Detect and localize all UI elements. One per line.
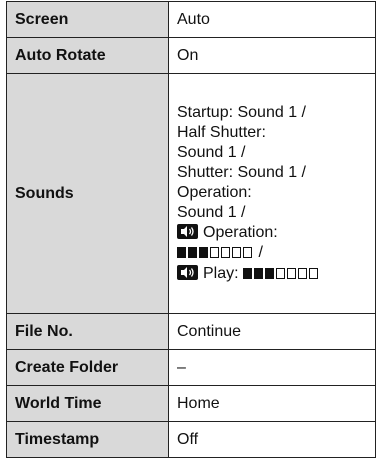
row-label-timestamp: Timestamp [6,421,169,458]
volume-segment-empty [221,247,230,258]
play-volume-bar [243,265,320,285]
volume-segment-filled [199,247,208,258]
row-label-auto-rotate: Auto Rotate [6,37,169,74]
volume-segment-empty [232,247,241,258]
volume-segment-empty [243,247,252,258]
settings-table: Screen Auto Auto Rotate On Sounds Startu… [6,1,376,458]
volume-segment-filled [265,268,275,279]
play-label: Play: [203,265,239,282]
volume-segment-empty [298,268,308,279]
row-label-create-folder: Create Folder [6,349,169,386]
operation-volume-bar [177,244,254,264]
sound-line: Startup: Sound 1 / [177,104,306,121]
row-label-screen: Screen [6,1,169,38]
table-row: Sounds Startup: Sound 1 / Half Shutter: … [6,73,376,314]
row-value-timestamp: Off [168,421,376,458]
row-label-file-no: File No. [6,313,169,350]
sound-line: Shutter: Sound 1 / [177,164,306,181]
row-value-auto-rotate: On [168,37,376,74]
operation-volume-suffix: / [258,244,263,261]
sound-line: Sound 1 / [177,144,246,161]
sound-line: Operation: [177,184,252,201]
row-value-file-no: Continue [168,313,376,350]
operation-label: Operation: [203,224,278,241]
volume-segment-filled [243,268,253,279]
table-row: Create Folder – [6,349,376,386]
row-value-sounds: Startup: Sound 1 / Half Shutter: Sound 1… [168,73,376,314]
sound-line: Half Shutter: [177,124,266,141]
volume-segment-filled [188,247,197,258]
speaker-icon [177,265,198,280]
operation-volume-bar-line: / [177,243,375,264]
speaker-icon [177,224,198,239]
volume-segment-empty [276,268,286,279]
volume-segment-empty [287,268,297,279]
volume-segment-empty [210,247,219,258]
row-label-world-time: World Time [6,385,169,422]
table-row: File No. Continue [6,313,376,350]
table-row: Auto Rotate On [6,37,376,74]
play-volume-line: Play: [177,264,375,285]
row-value-create-folder: – [168,349,376,386]
volume-segment-filled [177,247,186,258]
row-value-world-time: Home [168,385,376,422]
table-row: Screen Auto [6,1,376,38]
row-value-screen: Auto [168,1,376,38]
volume-segment-filled [254,268,264,279]
table-row: World Time Home [6,385,376,422]
row-label-sounds: Sounds [6,73,169,314]
table-row: Timestamp Off [6,421,376,458]
sound-line: Sound 1 / [177,204,246,221]
operation-volume-line: Operation: [177,223,375,243]
volume-segment-empty [309,268,319,279]
